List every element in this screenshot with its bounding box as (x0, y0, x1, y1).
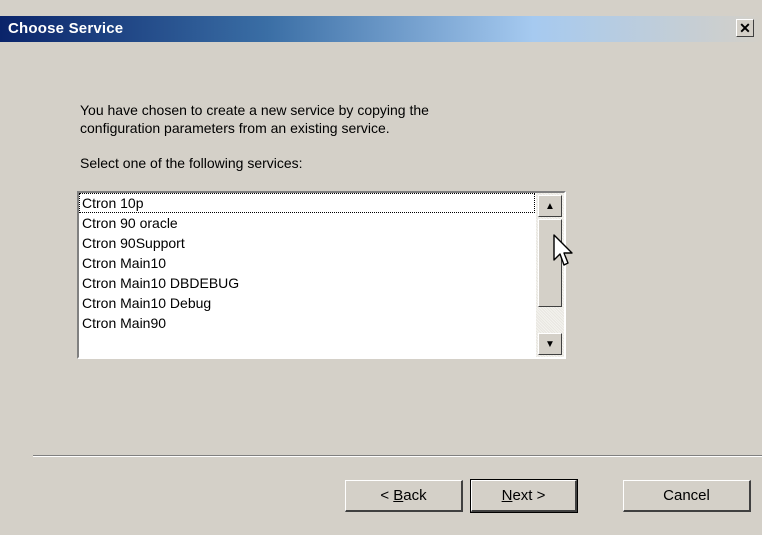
close-icon: ✕ (739, 19, 751, 36)
back-label-mnemonic: B (393, 487, 404, 504)
next-label-rest: ext > (512, 487, 546, 504)
title-bar[interactable]: Choose Service ✕ (0, 16, 762, 42)
scroll-down-button[interactable]: ▼ (538, 333, 562, 355)
select-service-prompt: Select one of the following services: (80, 155, 303, 171)
next-label-mnemonic: N (501, 487, 513, 504)
service-listbox[interactable]: Ctron 10p Ctron 90 oracle Ctron 90Suppor… (77, 191, 566, 359)
list-item[interactable]: Ctron Main90 (79, 313, 535, 333)
service-list: Ctron 10p Ctron 90 oracle Ctron 90Suppor… (79, 193, 535, 357)
separator-line (33, 455, 762, 457)
cancel-button[interactable]: Cancel (623, 480, 751, 512)
window-title: Choose Service (8, 20, 124, 37)
list-item[interactable]: Ctron 10p (79, 193, 535, 213)
list-item[interactable]: Ctron 90 oracle (79, 213, 535, 233)
list-item[interactable]: Ctron 90Support (79, 233, 535, 253)
list-item[interactable]: Ctron Main10 (79, 253, 535, 273)
next-button[interactable]: Next > (470, 479, 578, 513)
description-line-1: You have chosen to create a new service … (80, 102, 429, 118)
cancel-label: Cancel (663, 487, 710, 504)
list-item[interactable]: Ctron Main10 Debug (79, 293, 535, 313)
description-line-2: configuration parameters from an existin… (80, 120, 390, 136)
back-label-rest: ack (403, 487, 427, 504)
close-button[interactable]: ✕ (736, 19, 754, 37)
triangle-up-icon: ▲ (545, 200, 555, 212)
list-item[interactable]: Ctron Main10 DBDEBUG (79, 273, 535, 293)
vertical-scrollbar[interactable]: ▲ ▼ (536, 193, 564, 357)
back-label-prefix: < (380, 487, 394, 504)
choose-service-dialog: Choose Service ✕ You have chosen to crea… (0, 0, 762, 535)
scroll-up-button[interactable]: ▲ (538, 195, 562, 217)
mouse-pointer-icon (553, 234, 573, 266)
triangle-down-icon: ▼ (545, 338, 555, 350)
back-button[interactable]: < Back (345, 480, 463, 512)
